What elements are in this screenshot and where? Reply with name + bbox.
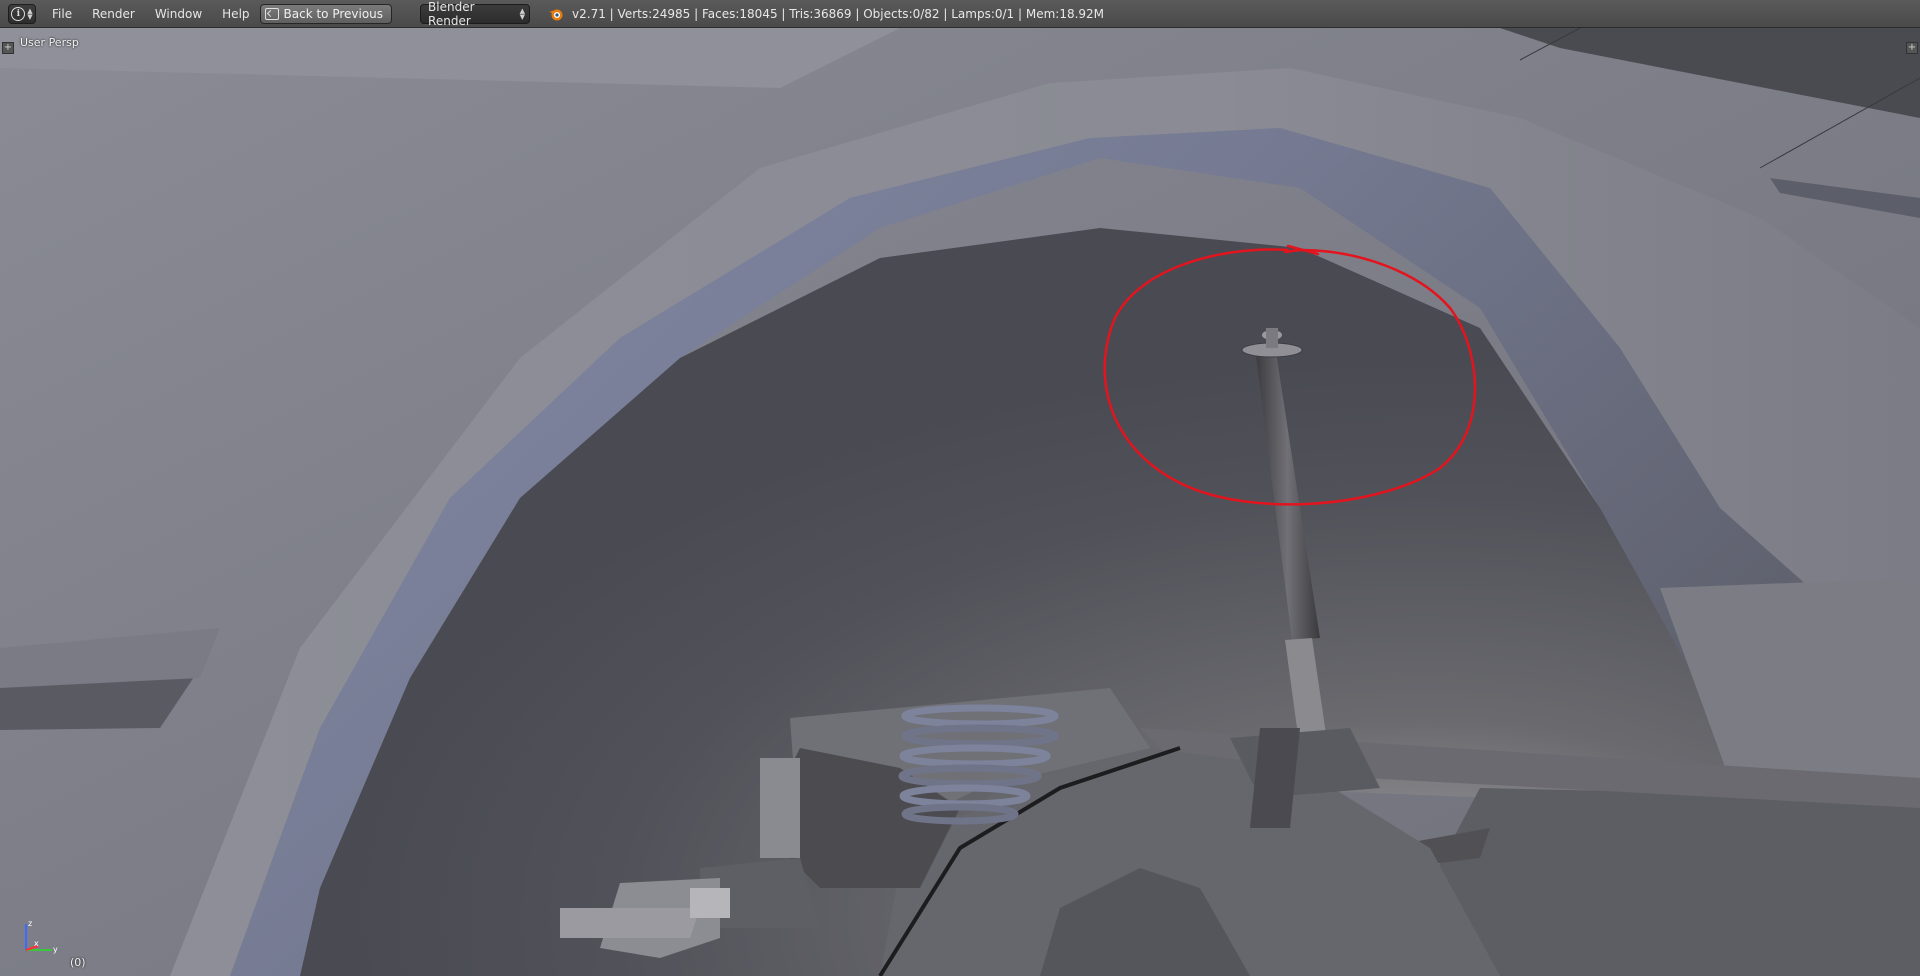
area-split-icon[interactable]: + bbox=[1906, 42, 1918, 54]
axis-x-label: x bbox=[34, 939, 39, 948]
scene-statistics: v2.71 | Verts:24985 | Faces:18045 | Tris… bbox=[572, 6, 1105, 21]
viewport-scene[interactable] bbox=[0, 28, 1920, 976]
3d-viewport[interactable]: User Persp + + z x y (0) bbox=[0, 28, 1920, 976]
menu-render[interactable]: Render bbox=[82, 7, 145, 21]
current-frame-label: (0) bbox=[70, 956, 86, 969]
axis-y-label: y bbox=[53, 945, 58, 954]
editor-type-selector[interactable]: i ▲ ▼ bbox=[8, 3, 36, 24]
menu-help[interactable]: Help bbox=[212, 7, 259, 21]
axis-gizmo: z x y bbox=[25, 919, 58, 954]
menu-file[interactable]: File bbox=[42, 7, 82, 21]
back-screen-icon bbox=[264, 7, 279, 20]
menu-window[interactable]: Window bbox=[145, 7, 212, 21]
area-split-icon[interactable]: + bbox=[2, 42, 14, 54]
blender-logo-icon bbox=[549, 9, 563, 20]
back-to-previous-button[interactable]: Back to Previous bbox=[259, 3, 393, 24]
view-perspective-label: User Persp bbox=[20, 36, 79, 49]
info-icon: i bbox=[11, 6, 26, 21]
chevron-updown-icon: ▲ ▼ bbox=[519, 6, 526, 21]
back-to-previous-label: Back to Previous bbox=[283, 6, 384, 21]
info-header: i ▲ ▼ File Render Window Help Back to Pre… bbox=[0, 0, 1920, 28]
render-engine-value: Blender Render bbox=[428, 0, 475, 28]
axis-z-label: z bbox=[28, 919, 32, 928]
chevron-updown-icon: ▲ ▼ bbox=[27, 6, 33, 21]
render-engine-dropdown[interactable]: Blender Render ▲ ▼ bbox=[420, 0, 531, 28]
